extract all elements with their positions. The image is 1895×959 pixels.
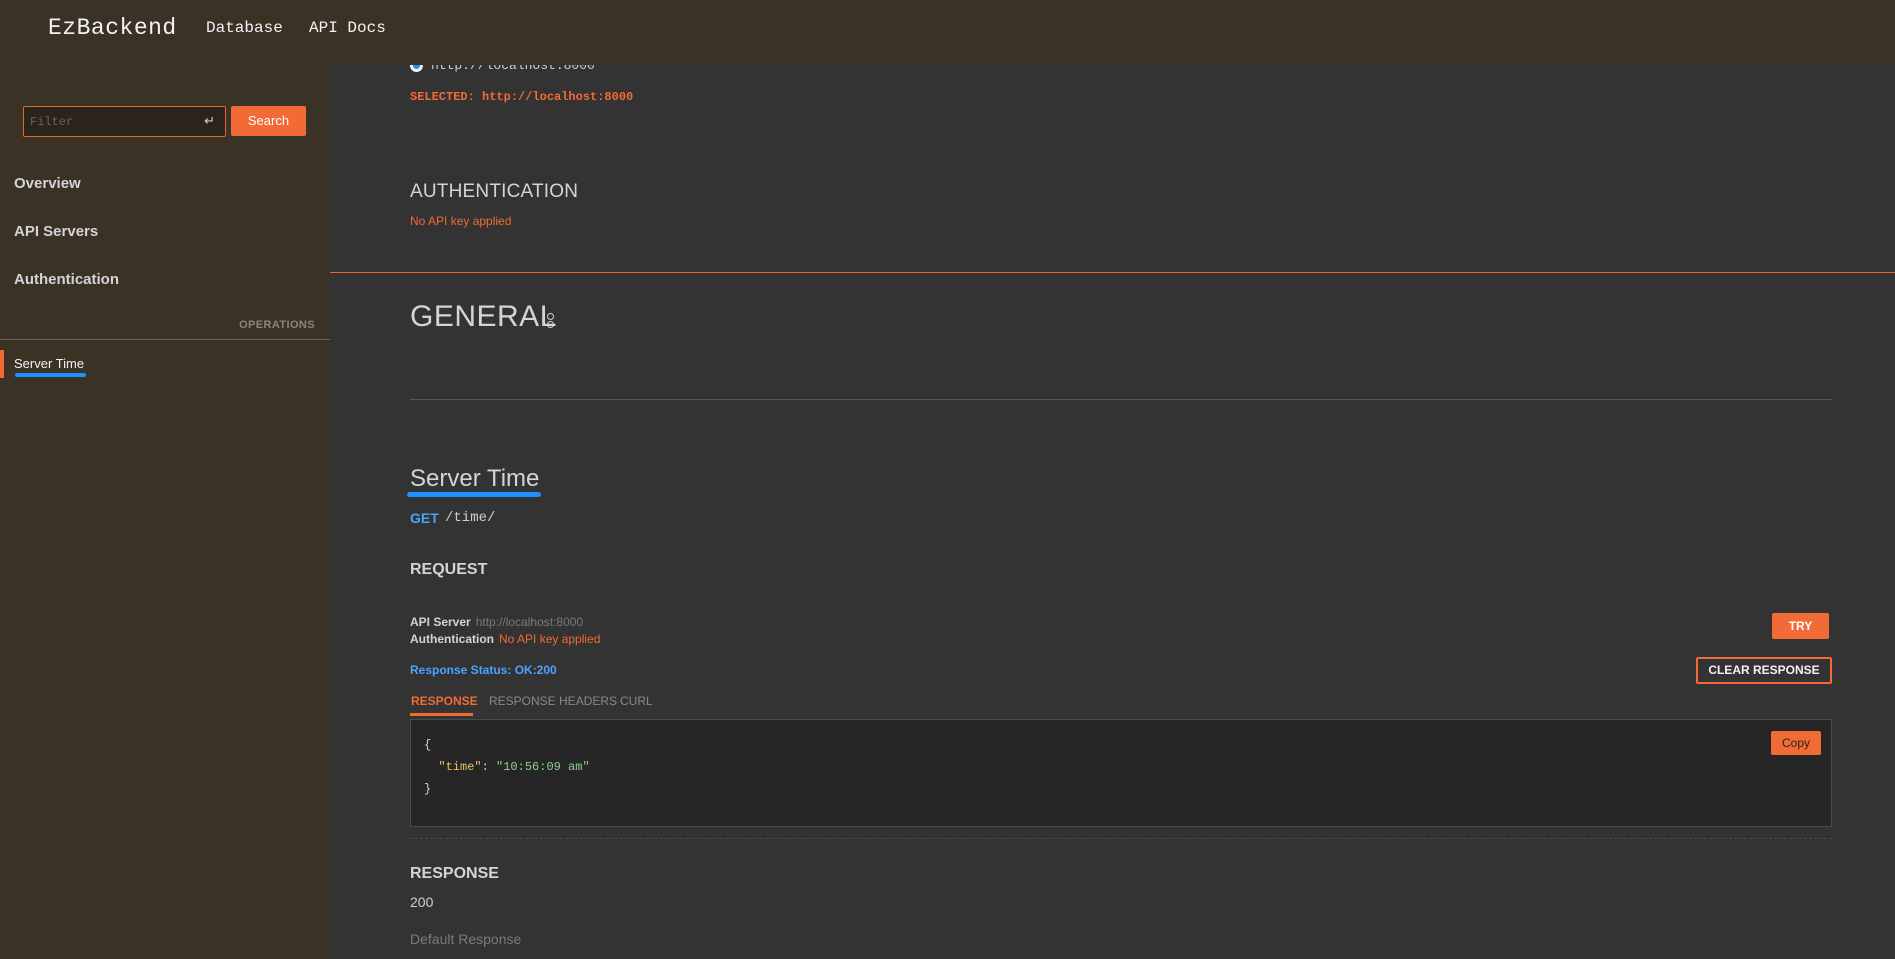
search-button[interactable]: Search [231, 106, 306, 136]
sidebar-item-label: Server Time [14, 356, 85, 371]
response-body: { "time": "10:56:09 am" } [410, 719, 1832, 827]
main-content: http://localhost:8000 SELECTED: http://l… [330, 65, 1895, 959]
authentication-status: No API key applied [410, 214, 512, 228]
api-server-value: http://localhost:8000 [475, 615, 584, 629]
divider [410, 399, 1832, 400]
response-status: Response Status: OK:200 [410, 663, 557, 677]
http-method: GET [410, 510, 439, 526]
sidebar-item-authentication[interactable]: Authentication [14, 271, 119, 288]
operations-heading: OPERATIONS [239, 319, 315, 331]
authentication-label: Authentication [410, 632, 494, 646]
enter-icon: ↵ [204, 113, 215, 128]
divider [0, 339, 330, 340]
sidebar-item-overview[interactable]: Overview [14, 175, 81, 192]
try-button[interactable]: TRY [1772, 613, 1829, 639]
tab-response[interactable]: RESPONSE [411, 694, 478, 708]
highlight-underline [407, 492, 541, 497]
response-description: Default Response [410, 931, 522, 947]
sidebar-item-server-time[interactable]: Server Time [0, 350, 330, 378]
operation-title: Server Time [410, 465, 540, 492]
filter-field[interactable]: ↵ [23, 106, 226, 137]
nav-api-docs[interactable]: API Docs [309, 19, 386, 37]
authentication-row: Authentication No API key applied [410, 632, 600, 646]
server-radio[interactable] [410, 65, 423, 72]
endpoint-path: /time/ [445, 510, 496, 526]
api-server-row: API Server http://localhost:8000 [410, 615, 583, 629]
nav-database[interactable]: Database [206, 19, 283, 37]
sidebar: ↵ Search Overview API Servers Authentica… [0, 65, 330, 959]
clear-response-button[interactable]: CLEAR RESPONSE [1696, 657, 1832, 684]
request-heading: REQUEST [410, 561, 488, 578]
divider [410, 838, 1832, 839]
active-indicator [0, 350, 4, 378]
api-server-label: API Server [410, 615, 471, 629]
top-navbar: EzBackend Database API Docs [0, 0, 1895, 65]
section-divider [330, 272, 1895, 273]
brand-logo[interactable]: EzBackend [48, 15, 177, 41]
active-tab-underline [410, 713, 473, 716]
responses-heading: RESPONSE [410, 865, 499, 882]
tab-response-headers[interactable]: RESPONSE HEADERS [489, 694, 617, 708]
tab-curl[interactable]: CURL [620, 694, 653, 708]
general-heading: GENERAL [410, 300, 557, 333]
selected-server: SELECTED: http://localhost:8000 [410, 90, 634, 104]
response-code: 200 [410, 894, 434, 910]
highlight-underline [15, 373, 86, 377]
authentication-value: No API key applied [499, 632, 601, 646]
copy-button[interactable]: Copy [1771, 731, 1821, 755]
link-icon[interactable] [547, 313, 555, 329]
sidebar-item-api-servers[interactable]: API Servers [14, 223, 98, 240]
server-url-option[interactable]: http://localhost:8000 [431, 65, 595, 73]
filter-input[interactable] [24, 107, 194, 136]
json-code: { "time": "10:56:09 am" } [424, 738, 590, 796]
authentication-heading: AUTHENTICATION [410, 181, 579, 202]
